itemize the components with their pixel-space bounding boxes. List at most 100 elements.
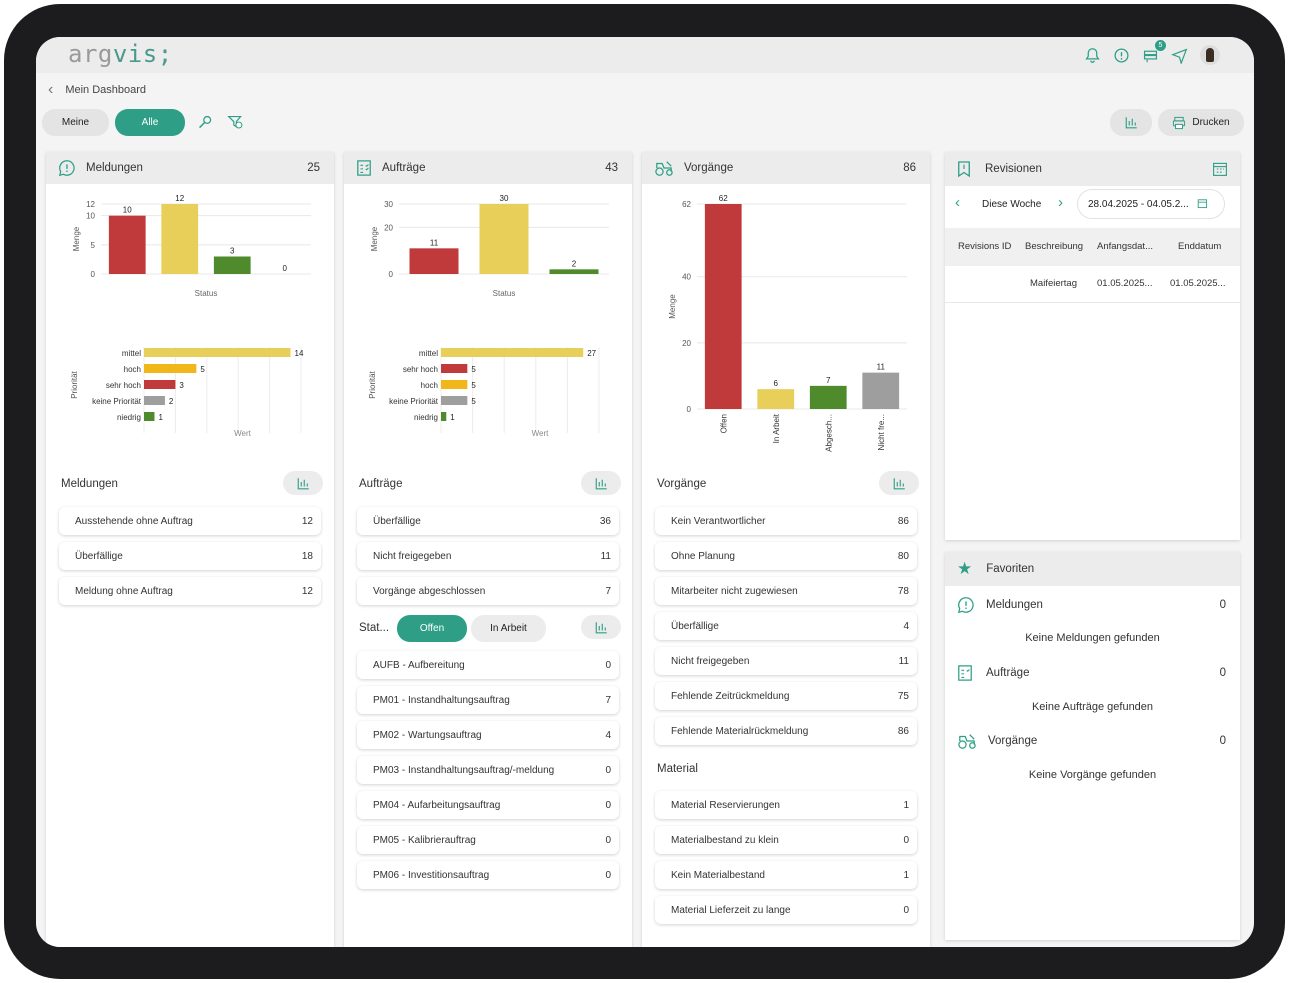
revisionen-header: Revisionen [945, 152, 1240, 186]
date-range-field[interactable]: 28.04.2025 - 04.05.2... [1077, 189, 1225, 219]
calendar-icon[interactable] [1212, 161, 1228, 177]
chart-bar[interactable] [441, 348, 584, 357]
chart-bar[interactable] [144, 396, 165, 405]
data-label: 62 [719, 194, 728, 203]
next-week-icon[interactable]: › [1058, 194, 1063, 211]
avatar[interactable] [1200, 45, 1220, 65]
status-chart-button[interactable] [581, 615, 621, 639]
list-item[interactable]: Überfällige 4 [655, 612, 917, 640]
list-item[interactable]: PM03 - Instandhaltungsauftrag/-meldung 0 [357, 756, 619, 784]
list-item[interactable]: Vorgänge abgeschlossen 7 [357, 577, 619, 605]
chart-bar[interactable] [757, 389, 795, 409]
data-label: 10 [123, 206, 132, 215]
filter-meine-button[interactable]: Meine [42, 109, 109, 136]
category-label: hoch [421, 381, 438, 390]
chart-bar[interactable] [409, 248, 459, 274]
list-item[interactable]: Material Lieferzeit zu lange 0 [655, 896, 917, 924]
print-button[interactable]: Drucken [1158, 109, 1244, 136]
chart-bar[interactable] [441, 364, 468, 373]
chart-bar[interactable] [809, 385, 847, 409]
list-item[interactable]: Kein Materialbestand 1 [655, 861, 917, 889]
fav-vorgaenge[interactable]: Vorgänge 0 [957, 732, 1226, 750]
filter-alle-button[interactable]: Alle [115, 109, 185, 136]
previous-week-icon[interactable]: ‹ [955, 194, 960, 211]
stack-icon[interactable]: 5 [1142, 39, 1166, 64]
list-item[interactable]: Überfällige 36 [357, 507, 619, 535]
list-item-label: Ausstehende ohne Auftrag [75, 515, 193, 527]
favoriten-card: ★ Favoriten Meldungen 0 Keine Meldungen … [945, 552, 1240, 940]
auftraege-chart-button[interactable] [581, 471, 621, 495]
list-item-count: 7 [605, 694, 611, 706]
col-beschreibung[interactable]: Beschreibung [1025, 241, 1083, 252]
col-enddatum[interactable]: Enddatum [1178, 241, 1221, 252]
calendar-edit-icon[interactable] [1197, 198, 1209, 210]
list-item-count: 12 [301, 585, 313, 597]
tractor-icon [958, 734, 976, 749]
list-item[interactable]: PM04 - Aufarbeitungsauftrag 0 [357, 791, 619, 819]
top-bar: argvis; 5 [36, 37, 1254, 73]
chart-bar[interactable] [161, 204, 199, 274]
list-item[interactable]: AUFB - Aufbereitung 0 [357, 651, 619, 679]
tab-offen[interactable]: Offen [397, 615, 467, 642]
y-axis-label: Priorität [70, 370, 79, 398]
data-label: 2 [572, 259, 577, 268]
chart-bar[interactable] [108, 215, 146, 274]
fav-vorgaenge-empty: Keine Vorgänge gefunden [1028, 769, 1157, 781]
meldungen-chart-button[interactable] [283, 471, 323, 495]
list-item[interactable]: Mitarbeiter nicht zugewiesen 78 [655, 577, 917, 605]
list-item[interactable]: PM01 - Instandhaltungsauftrag 7 [357, 686, 619, 714]
category-label: In Arbeit [772, 413, 781, 443]
tab-in-arbeit[interactable]: In Arbeit [471, 615, 546, 642]
chart-bar[interactable] [213, 256, 251, 275]
chart-bar[interactable] [144, 380, 176, 389]
filter-clear-icon[interactable] [225, 113, 245, 133]
list-item[interactable]: Material Reservierungen 1 [655, 791, 917, 819]
chart-bar[interactable] [441, 380, 468, 389]
list-item[interactable]: PM02 - Wartungsauftrag 4 [357, 721, 619, 749]
list-item[interactable]: Ohne Planung 80 [655, 542, 917, 570]
app-logo[interactable]: argvis; [68, 40, 173, 68]
list-item-count: 7 [605, 585, 611, 597]
chart-bar[interactable] [704, 204, 742, 409]
list-item-label: Kein Materialbestand [671, 869, 765, 881]
chart-view-button[interactable] [1110, 109, 1152, 136]
send-icon[interactable] [1171, 47, 1188, 65]
col-revisions-id[interactable]: Revisions ID [958, 241, 1011, 252]
meldungen-count: 25 [307, 162, 320, 174]
list-item-count: 86 [897, 515, 909, 527]
chart-bar[interactable] [144, 348, 291, 357]
vorgaenge-chart-button[interactable] [879, 471, 919, 495]
chart-bar[interactable] [479, 204, 529, 274]
star-icon: ★ [957, 559, 973, 578]
data-label: 5 [200, 365, 205, 374]
search-user-icon[interactable] [195, 113, 215, 133]
y-axis-label: Menge [370, 226, 379, 251]
list-item[interactable]: Kein Verantwortlicher 86 [655, 507, 917, 535]
list-item-label: Überfällige [373, 515, 421, 527]
chevron-left-icon[interactable]: ‹ [48, 81, 53, 99]
bell-icon[interactable] [1084, 47, 1101, 64]
chart-bar[interactable] [862, 372, 900, 409]
chart-bar[interactable] [441, 412, 447, 421]
list-item[interactable]: Fehlende Zeitrückmeldung 75 [655, 682, 917, 710]
list-item[interactable]: Materialbestand zu klein 0 [655, 826, 917, 854]
data-label: 5 [471, 365, 476, 374]
y-axis-label: Priorität [368, 370, 377, 398]
alert-icon[interactable] [1113, 47, 1130, 64]
chart-bar[interactable] [549, 269, 599, 274]
list-item[interactable]: PM06 - Investitionsauftrag 0 [357, 861, 619, 889]
table-row[interactable]: Maifeiertag 01.05.2025... 01.05.2025... [945, 266, 1240, 303]
fav-auftraege[interactable]: Aufträge 0 [957, 664, 1226, 682]
list-item[interactable]: Fehlende Materialrückmeldung 86 [655, 717, 917, 745]
chart-bar[interactable] [441, 396, 468, 405]
fav-meldungen[interactable]: Meldungen 0 [957, 596, 1226, 614]
list-item[interactable]: Ausstehende ohne Auftrag 12 [59, 507, 321, 535]
col-anfangsdatum[interactable]: Anfangsdat... [1097, 241, 1153, 252]
chart-bar[interactable] [144, 412, 155, 421]
list-item[interactable]: Nicht freigegeben 11 [655, 647, 917, 675]
list-item[interactable]: Überfällige 18 [59, 542, 321, 570]
chart-bar[interactable] [144, 364, 197, 373]
list-item[interactable]: Nicht freigegeben 11 [357, 542, 619, 570]
list-item[interactable]: PM05 - Kalibrierauftrag 0 [357, 826, 619, 854]
list-item[interactable]: Meldung ohne Auftrag 12 [59, 577, 321, 605]
